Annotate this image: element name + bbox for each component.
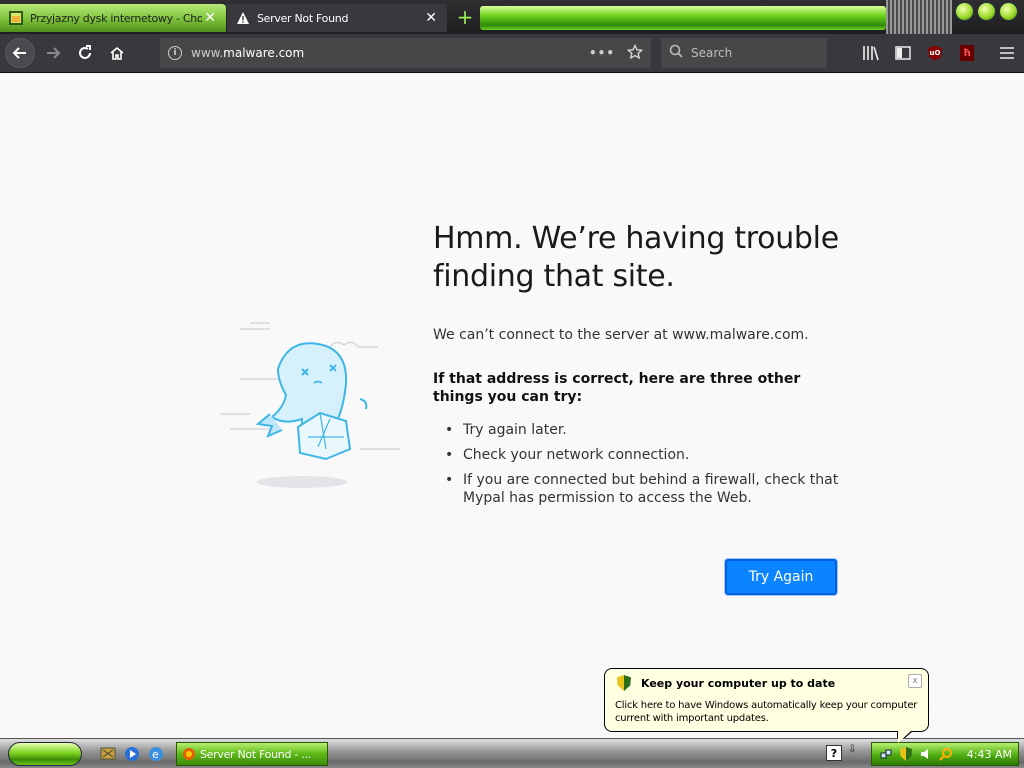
list-item: Try again later. bbox=[445, 421, 843, 439]
security-shield-icon bbox=[617, 675, 631, 691]
back-arrow-icon[interactable] bbox=[5, 38, 35, 68]
address-bar[interactable]: i www.malware.com ••• bbox=[160, 38, 651, 68]
tab-label: Server Not Found bbox=[257, 11, 349, 25]
quick-launch: e bbox=[98, 744, 166, 764]
tab-przyjazny-dysk[interactable]: Przyjazny dysk internetowy - Cho ✕ bbox=[0, 4, 226, 32]
tab-close-icon[interactable]: ✕ bbox=[423, 10, 439, 26]
hamburger-menu-icon[interactable] bbox=[991, 38, 1023, 68]
sidebar-icon[interactable] bbox=[887, 38, 919, 68]
tab-strip-skin-bar bbox=[480, 6, 886, 30]
red-hat-extension-icon[interactable]: ħ bbox=[951, 38, 983, 68]
search-icon bbox=[669, 44, 683, 62]
language-bar-icon[interactable]: ⇩ bbox=[848, 744, 856, 755]
taskbar: e Server Not Found - ... ? ⇩ 4:43 AM bbox=[0, 738, 1024, 768]
taskbar-button-browser[interactable]: Server Not Found - ... bbox=[176, 742, 328, 766]
home-icon[interactable] bbox=[102, 38, 132, 68]
reload-icon[interactable] bbox=[70, 38, 100, 68]
minimize-button[interactable] bbox=[955, 2, 974, 21]
show-desktop-icon[interactable] bbox=[98, 744, 118, 764]
new-tab-plus-icon[interactable]: + bbox=[452, 5, 478, 31]
maximize-button[interactable] bbox=[977, 2, 996, 21]
help-icon[interactable]: ? bbox=[826, 745, 842, 761]
list-item: If you are connected but behind a firewa… bbox=[445, 471, 843, 507]
toolbar-icons: uO ħ bbox=[855, 38, 1023, 68]
search-tray-icon[interactable] bbox=[938, 746, 954, 762]
page-actions-ellipsis-icon[interactable]: ••• bbox=[589, 46, 615, 60]
url-prefix: www. bbox=[191, 46, 224, 60]
error-message-container: Hmm. We’re having trouble finding that s… bbox=[433, 220, 843, 514]
close-window-button[interactable] bbox=[999, 2, 1018, 21]
try-again-button[interactable]: Try Again bbox=[725, 559, 837, 595]
forward-arrow-icon[interactable] bbox=[38, 38, 68, 68]
balloon-close-icon[interactable]: x bbox=[908, 674, 922, 688]
search-bar[interactable]: Search bbox=[661, 38, 827, 68]
window-controls bbox=[955, 2, 1018, 21]
internet-explorer-icon[interactable]: e bbox=[146, 744, 166, 764]
taskbar-button-label: Server Not Found - ... bbox=[200, 747, 311, 761]
titlebar-grip bbox=[886, 0, 952, 34]
balloon-header: Keep your computer up to date bbox=[615, 675, 918, 691]
windows-update-shield-icon[interactable] bbox=[898, 746, 914, 762]
tab-server-not-found[interactable]: Server Not Found ✕ bbox=[227, 4, 447, 32]
folder-favicon-icon bbox=[8, 10, 24, 26]
error-page: Hmm. We’re having trouble finding that s… bbox=[0, 74, 1024, 738]
volume-icon[interactable] bbox=[918, 746, 934, 762]
network-icon[interactable] bbox=[878, 746, 894, 762]
library-icon[interactable] bbox=[855, 38, 887, 68]
site-info-icon[interactable]: i bbox=[168, 46, 182, 60]
navigation-toolbar: i www.malware.com ••• Search uO ħ bbox=[0, 34, 1024, 73]
search-placeholder: Search bbox=[691, 46, 733, 60]
start-button[interactable] bbox=[8, 742, 82, 766]
suggestions-list: Try again later. Check your network conn… bbox=[433, 421, 843, 507]
url-text: www.malware.com bbox=[191, 46, 589, 60]
tab-close-icon[interactable]: ✕ bbox=[202, 10, 218, 26]
firefox-favicon-icon bbox=[182, 747, 196, 761]
media-player-icon[interactable] bbox=[122, 744, 142, 764]
balloon-title: Keep your computer up to date bbox=[641, 676, 836, 690]
ublock-origin-icon[interactable]: uO bbox=[919, 38, 951, 68]
tab-strip: Przyjazny dysk internetowy - Cho ✕ Serve… bbox=[0, 0, 1024, 34]
error-title: Hmm. We’re having trouble finding that s… bbox=[433, 221, 839, 294]
url-domain: malware.com bbox=[223, 46, 305, 60]
clock: 4:43 AM bbox=[966, 747, 1012, 761]
suggestions-heading: If that address is correct, here are thr… bbox=[433, 371, 801, 405]
system-tray: 4:43 AM bbox=[871, 742, 1019, 766]
lost-dino-illustration-icon bbox=[210, 319, 410, 499]
tab-label: Przyjazny dysk internetowy - Cho bbox=[30, 11, 202, 25]
warning-triangle-icon bbox=[235, 10, 251, 26]
windows-update-balloon[interactable]: Keep your computer up to date x Click he… bbox=[604, 668, 929, 745]
error-description: We can’t connect to the server at www.ma… bbox=[433, 327, 809, 343]
balloon-text: Click here to have Windows automatically… bbox=[615, 700, 918, 724]
bookmark-star-icon[interactable] bbox=[626, 43, 644, 63]
svg-text:e: e bbox=[152, 748, 159, 761]
list-item: Check your network connection. bbox=[445, 446, 843, 464]
